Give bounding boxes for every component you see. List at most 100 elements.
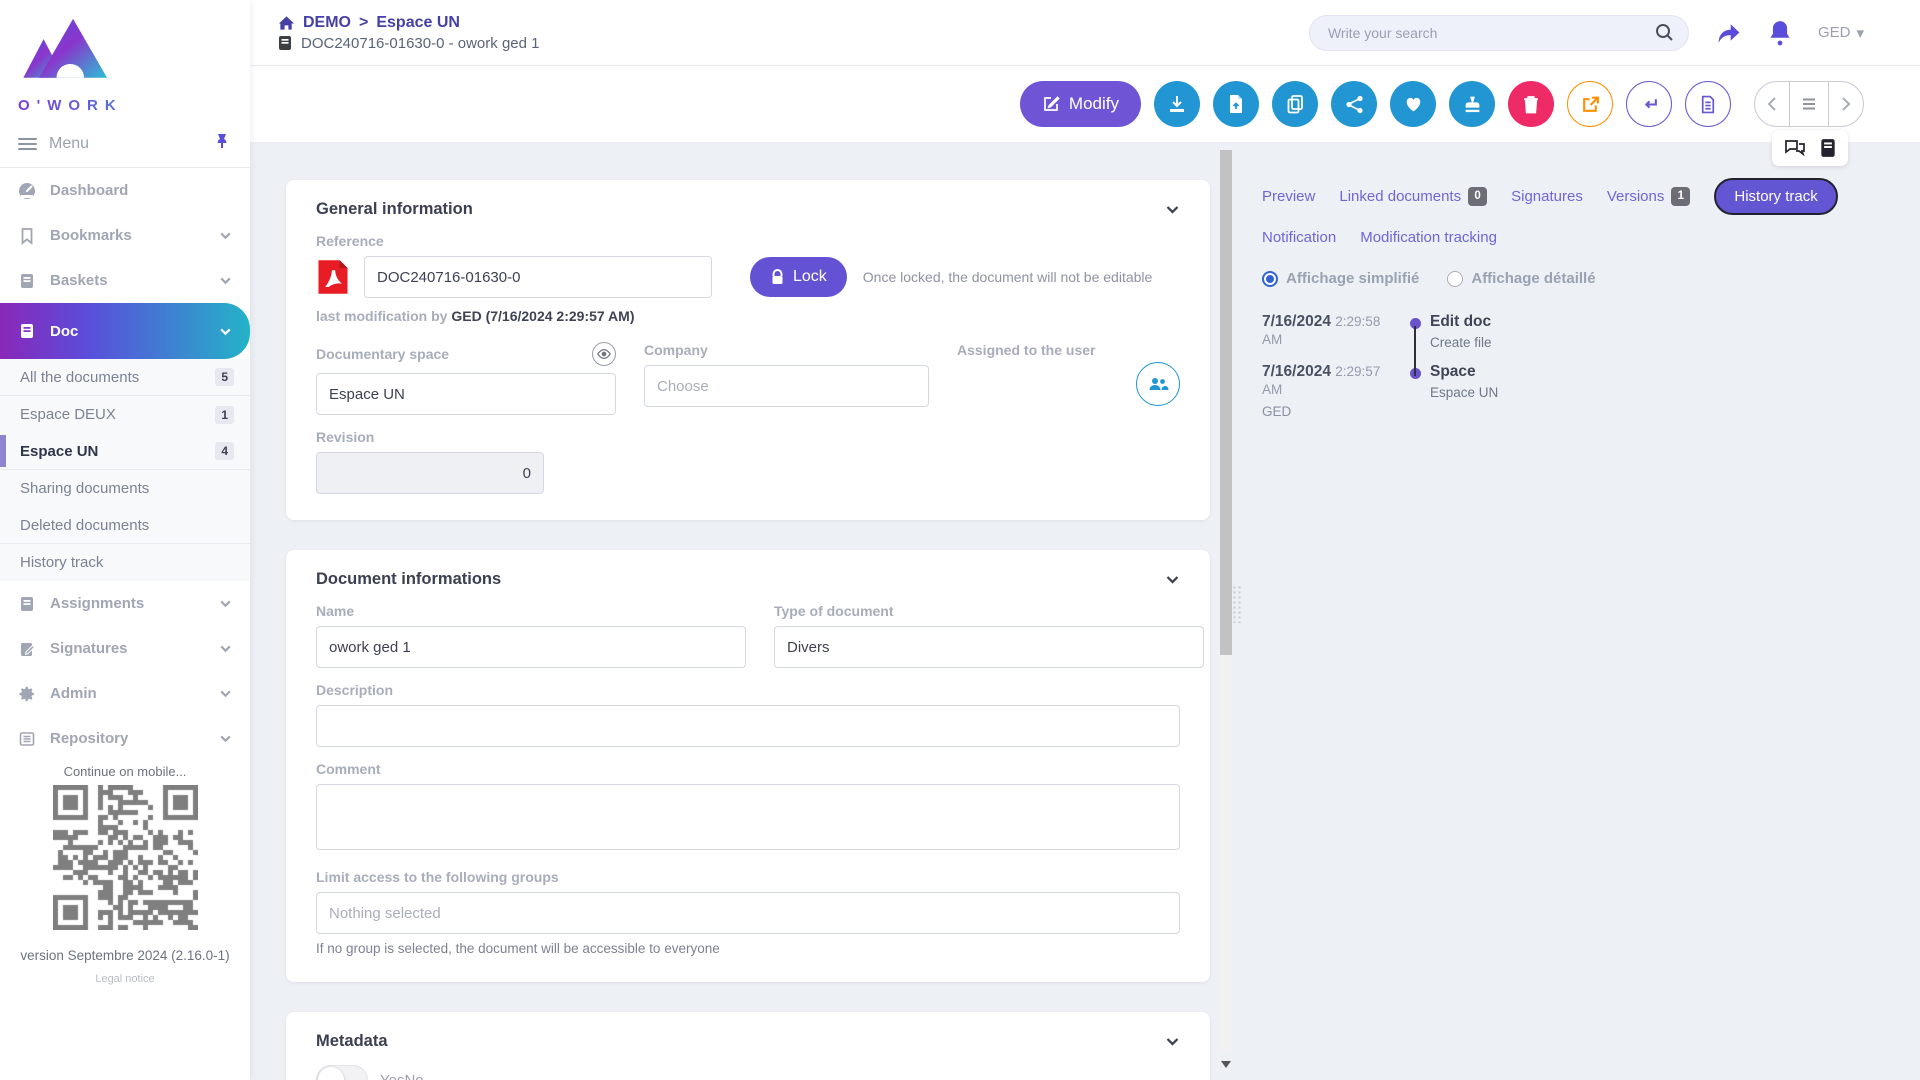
pin-icon[interactable] — [214, 133, 230, 154]
doc-submenu: All the documents 5 Espace DEUX 1 Espace… — [0, 359, 250, 581]
mobile-label: Continue on mobile... — [0, 764, 250, 779]
company-input[interactable] — [644, 365, 929, 407]
modify-button[interactable]: Modify — [1020, 81, 1141, 127]
breadcrumb-home-link[interactable]: DEMO — [303, 14, 351, 32]
sidebar-subitem-sharing-documents[interactable]: Sharing documents — [0, 470, 250, 507]
panel-tabs: Preview Linked documents 0 Signatures Ve… — [1262, 178, 1896, 246]
reader-book-icon[interactable] — [1820, 138, 1836, 158]
return-button[interactable] — [1626, 81, 1672, 127]
last-modification: last modification by GED (7/16/2024 2:29… — [316, 308, 1180, 324]
reference-input[interactable] — [364, 256, 712, 298]
sidebar-item-bookmarks[interactable]: Bookmarks — [0, 213, 250, 258]
chevron-down-icon — [219, 642, 232, 655]
sidebar-subitem-all-documents[interactable]: All the documents 5 — [0, 359, 250, 396]
forward-share-icon[interactable] — [1715, 21, 1742, 45]
assign-users-button[interactable] — [1136, 362, 1180, 406]
topbar: DEMO > Espace UN DOC240716-01630-0 - owo… — [250, 0, 1920, 66]
pdf-icon — [316, 258, 350, 296]
comment-textarea[interactable] — [316, 784, 1180, 850]
sidebar-item-baskets[interactable]: Baskets — [0, 258, 250, 303]
document-toolbar: Modify — [250, 66, 1920, 142]
user-menu[interactable]: GED ▾ — [1818, 24, 1864, 42]
tab-notification[interactable]: Notification — [1262, 229, 1336, 246]
lock-button[interactable]: Lock — [750, 257, 847, 297]
collapse-chevron-icon[interactable] — [1165, 572, 1180, 587]
open-external-button[interactable] — [1567, 81, 1613, 127]
sidebar-item-dashboard[interactable]: Dashboard — [0, 168, 250, 213]
qr-code — [53, 785, 198, 930]
favorite-button[interactable] — [1390, 81, 1436, 127]
stamp-button[interactable] — [1449, 81, 1495, 127]
sidebar-item-signatures[interactable]: Signatures — [0, 626, 250, 671]
sidebar-footer: Continue on mobile... version Septembre … — [0, 764, 250, 1080]
list-icon — [18, 730, 36, 748]
breadcrumb-space-link[interactable]: Espace UN — [376, 14, 460, 32]
count-badge: 4 — [215, 442, 234, 460]
chevron-down-icon — [219, 597, 232, 610]
type-of-document-input[interactable] — [774, 626, 1204, 668]
document-informations-card: Document informations Name Type of docum… — [286, 550, 1210, 982]
count-badge: 5 — [215, 368, 234, 386]
section-title: Document informations — [316, 570, 501, 589]
tab-modification-tracking[interactable]: Modification tracking — [1360, 229, 1497, 246]
document-pager — [1754, 81, 1864, 127]
type-label: Type of document — [774, 603, 1204, 619]
documentary-space-input[interactable] — [316, 373, 616, 415]
sidebar-subitem-espace-un[interactable]: Espace UN 4 — [0, 433, 250, 470]
sidebar-item-assignments[interactable]: Assignments — [0, 581, 250, 626]
company-field: Company — [644, 328, 929, 415]
sidebar-subitem-espace-deux[interactable]: Espace DEUX 1 — [0, 396, 250, 433]
panel-resize-handle[interactable] — [1232, 585, 1242, 623]
breadcrumb: DEMO > Espace UN DOC240716-01630-0 - owo… — [278, 14, 539, 52]
sidebar-item-admin[interactable]: Admin — [0, 671, 250, 716]
search-icon[interactable] — [1655, 23, 1674, 42]
document-view-button[interactable] — [1685, 81, 1731, 127]
name-input[interactable] — [316, 626, 746, 668]
book-icon — [18, 595, 36, 613]
mountain-logo-icon — [16, 14, 108, 90]
hamburger-icon[interactable] — [18, 135, 37, 153]
yesno-toggle[interactable] — [316, 1065, 368, 1080]
sidebar-subitem-history-track[interactable]: History track — [0, 544, 250, 581]
comments-icon[interactable] — [1784, 138, 1806, 158]
radio-affichage-simplifie[interactable]: Affichage simplifié — [1262, 270, 1419, 287]
tab-signatures[interactable]: Signatures — [1511, 188, 1583, 205]
documentary-space-field: Documentary space — [316, 328, 616, 415]
scrollbar-down-arrow[interactable] — [1221, 1061, 1231, 1068]
tab-versions[interactable]: Versions 1 — [1607, 187, 1691, 206]
share-button[interactable] — [1331, 81, 1377, 127]
tab-linked-documents[interactable]: Linked documents 0 — [1339, 187, 1487, 206]
panel-quick-actions — [1772, 130, 1848, 166]
scrollbar-thumb[interactable] — [1220, 150, 1232, 655]
upload-file-button[interactable] — [1213, 81, 1259, 127]
home-icon[interactable] — [278, 15, 295, 31]
collapse-chevron-icon[interactable] — [1165, 1034, 1180, 1049]
delete-button[interactable] — [1508, 81, 1554, 127]
type-field: Type of document — [774, 589, 1204, 668]
radio-affichage-detaille[interactable]: Affichage détaillé — [1447, 270, 1595, 287]
sidebar-subitem-deleted-documents[interactable]: Deleted documents — [0, 507, 250, 544]
radio-unselected-icon — [1447, 271, 1463, 287]
pager-next-button[interactable] — [1829, 82, 1863, 126]
history-timeline: 7/16/2024 2:29:58 AM Edit doc Create fil… — [1262, 313, 1896, 419]
revision-input[interactable] — [316, 452, 544, 494]
tab-preview[interactable]: Preview — [1262, 188, 1315, 205]
download-icon — [1167, 94, 1187, 114]
limit-groups-select[interactable] — [316, 892, 1180, 934]
copy-button[interactable] — [1272, 81, 1318, 127]
download-button[interactable] — [1154, 81, 1200, 127]
collapse-chevron-icon[interactable] — [1165, 202, 1180, 217]
tab-history-track[interactable]: History track — [1714, 178, 1837, 215]
user-menu-label: GED — [1818, 24, 1851, 41]
description-input[interactable] — [316, 705, 1180, 747]
notification-bell-icon[interactable] — [1768, 20, 1792, 46]
pager-previous-button[interactable] — [1755, 82, 1789, 126]
sidebar-item-doc[interactable]: Doc — [0, 303, 250, 359]
pager-list-button[interactable] — [1789, 82, 1829, 126]
file-icon — [1700, 95, 1716, 114]
legal-notice-link[interactable]: Legal notice — [0, 973, 250, 985]
sidebar-item-label: Signatures — [50, 640, 128, 657]
preview-space-eye-icon[interactable] — [592, 342, 616, 366]
search-input[interactable] — [1328, 25, 1655, 41]
sidebar-item-repository[interactable]: Repository — [0, 716, 250, 761]
